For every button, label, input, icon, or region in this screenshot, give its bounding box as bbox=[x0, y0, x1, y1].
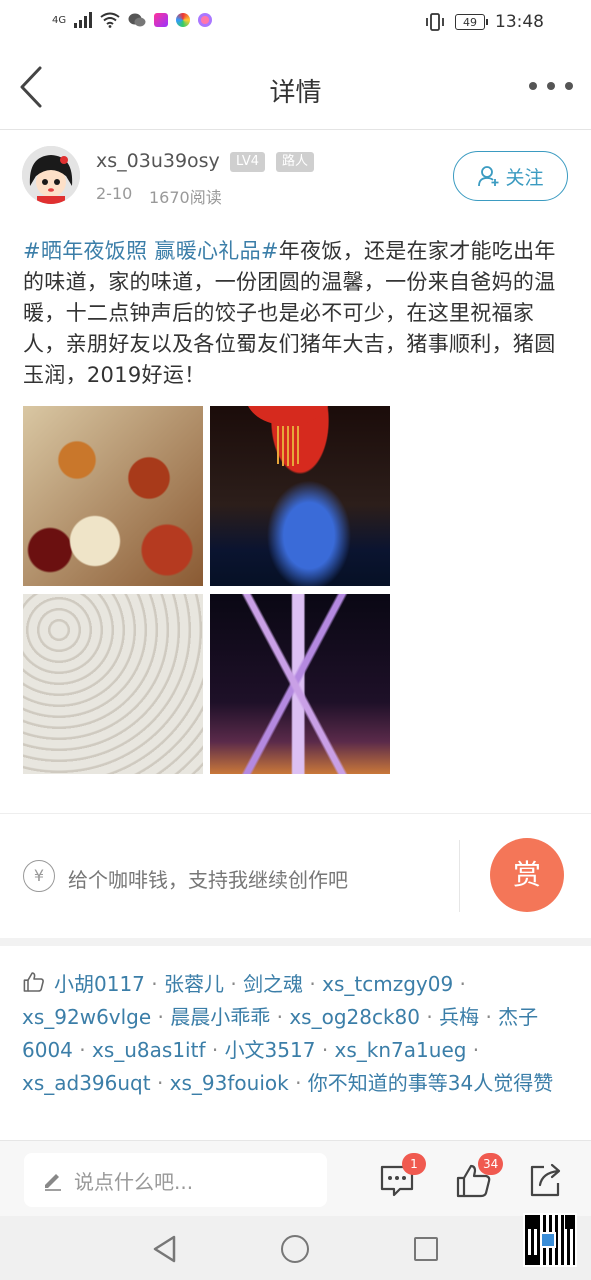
page-title: 详情 bbox=[269, 78, 322, 108]
role-badge: 路人 bbox=[276, 152, 315, 172]
topic-tag[interactable]: 赢暖心礼品# bbox=[154, 239, 278, 263]
pencil-icon bbox=[45, 1174, 61, 1191]
author-row: xs_03u39osy LV4 路人 2-10 1670阅读 关注 bbox=[0, 130, 591, 220]
section-divider bbox=[0, 938, 591, 946]
post-date: 2-10 bbox=[96, 184, 133, 203]
network-indicator: 4G bbox=[52, 14, 67, 26]
add-user-icon bbox=[478, 166, 499, 187]
app-notification-icon bbox=[198, 13, 213, 27]
photo-dinner-dishes[interactable] bbox=[23, 406, 203, 586]
nav-recents-icon[interactable] bbox=[414, 1237, 438, 1261]
liker-name[interactable]: 晨晨小乖乖 bbox=[170, 1005, 270, 1029]
liker-name[interactable]: 你不知道的事 bbox=[308, 1071, 428, 1095]
status-bar: 4G 49 13:48 bbox=[0, 0, 591, 46]
liker-name[interactable]: 小文3517 bbox=[225, 1038, 316, 1062]
liker-separator: · bbox=[223, 972, 244, 996]
more-dots-icon bbox=[529, 82, 537, 90]
nav-home-icon[interactable] bbox=[281, 1235, 309, 1263]
liker-separator: · bbox=[150, 1071, 170, 1095]
liker-separator: · bbox=[420, 1005, 440, 1029]
status-icons-left: 4G bbox=[52, 12, 213, 28]
liker-name[interactable]: xs_ad396uqt bbox=[22, 1071, 151, 1095]
tip-row: ¥ 给个咖啡钱，支持我继续创作吧 赏 bbox=[0, 814, 591, 938]
likes-list: 小胡0117 · 张蓉儿 · 剑之魂 · xs_tcmzgy09 · xs_92… bbox=[22, 968, 570, 1100]
liker-name[interactable]: xs_tcmzgy09 bbox=[322, 972, 453, 996]
status-icons-right: 49 13:48 bbox=[425, 12, 544, 32]
thumbs-up-icon bbox=[23, 972, 44, 992]
more-dots-icon bbox=[547, 82, 555, 90]
comment-input[interactable]: 说点什么吧... bbox=[24, 1153, 327, 1207]
post-content: #晒年夜饭照 赢暖心礼品#年夜饭，还是在家才能吃出年的味道，家的味道，一份团圆的… bbox=[23, 236, 571, 391]
liker-separator: · bbox=[144, 972, 164, 996]
photo-dumplings[interactable] bbox=[23, 594, 203, 774]
photo-bridge-night[interactable] bbox=[210, 594, 390, 774]
liker-name[interactable]: xs_93fouiok bbox=[170, 1071, 289, 1095]
liker-name[interactable]: 剑之魂 bbox=[243, 972, 303, 996]
liker-separator: · bbox=[72, 1038, 92, 1062]
lantern-graphic bbox=[248, 406, 328, 466]
liker-name[interactable]: xs_og28ck80 bbox=[289, 1005, 420, 1029]
app-notification-icon bbox=[176, 13, 191, 27]
liker-separator: · bbox=[453, 972, 466, 996]
liker-separator: · bbox=[479, 1005, 499, 1029]
tip-prompt[interactable]: 给个咖啡钱，支持我继续创作吧 bbox=[68, 864, 348, 893]
yen-icon: ¥ bbox=[23, 860, 55, 892]
avatar[interactable] bbox=[22, 146, 80, 204]
liker-separator: · bbox=[303, 972, 323, 996]
avatar-image bbox=[22, 146, 80, 204]
comment-button[interactable]: 1 bbox=[378, 1153, 426, 1201]
read-count: 1670阅读 bbox=[149, 188, 222, 207]
more-options-button[interactable] bbox=[529, 74, 573, 98]
liker-name[interactable]: 兵梅 bbox=[439, 1005, 479, 1029]
share-icon bbox=[530, 1163, 561, 1197]
qr-logo-icon bbox=[540, 1232, 556, 1248]
like-count-badge: 34 bbox=[478, 1153, 504, 1175]
more-dots-icon bbox=[565, 82, 573, 90]
liker-separator: · bbox=[205, 1038, 225, 1062]
liker-name[interactable]: 小胡0117 bbox=[54, 972, 145, 996]
nav-back-icon[interactable] bbox=[150, 1234, 180, 1264]
status-time: 13:48 bbox=[495, 12, 544, 32]
app-notification-icon bbox=[154, 13, 169, 27]
level-badge: LV4 bbox=[230, 152, 265, 172]
follow-button[interactable]: 关注 bbox=[453, 151, 568, 201]
system-nav-bar bbox=[0, 1216, 591, 1280]
liker-separator: · bbox=[151, 1005, 171, 1029]
liker-name[interactable]: xs_kn7a1ueg bbox=[335, 1038, 467, 1062]
liker-separator: · bbox=[270, 1005, 290, 1029]
liker-separator: · bbox=[466, 1038, 480, 1062]
battery-indicator: 49 bbox=[455, 14, 488, 30]
liker-separator: · bbox=[288, 1071, 308, 1095]
comment-placeholder: 说点什么吧... bbox=[74, 1169, 194, 1194]
wifi-icon bbox=[100, 12, 120, 28]
likes-summary: 等34人觉得赞 bbox=[427, 1071, 554, 1095]
author-name[interactable]: xs_03u39osy bbox=[96, 150, 220, 172]
vibrate-icon bbox=[426, 13, 444, 31]
comment-count-badge: 1 bbox=[402, 1153, 426, 1175]
liker-separator: · bbox=[315, 1038, 335, 1062]
signal-icon bbox=[74, 12, 93, 28]
photo-night-pagoda[interactable] bbox=[210, 406, 390, 586]
follow-label: 关注 bbox=[505, 166, 544, 189]
top-header: 详情 bbox=[0, 46, 591, 130]
like-button[interactable]: 34 bbox=[454, 1153, 504, 1201]
divider bbox=[459, 840, 460, 912]
reward-button[interactable]: 赏 bbox=[490, 838, 564, 912]
liker-name[interactable]: xs_92w6vlge bbox=[22, 1005, 151, 1029]
liker-name[interactable]: xs_u8as1itf bbox=[92, 1038, 206, 1062]
wechat-icon bbox=[128, 13, 146, 27]
comment-bar: 说点什么吧... 1 34 bbox=[0, 1140, 591, 1216]
share-button[interactable] bbox=[526, 1161, 566, 1201]
liker-name[interactable]: 张蓉儿 bbox=[164, 972, 224, 996]
topic-tag[interactable]: #晒年夜饭照 bbox=[23, 239, 147, 263]
